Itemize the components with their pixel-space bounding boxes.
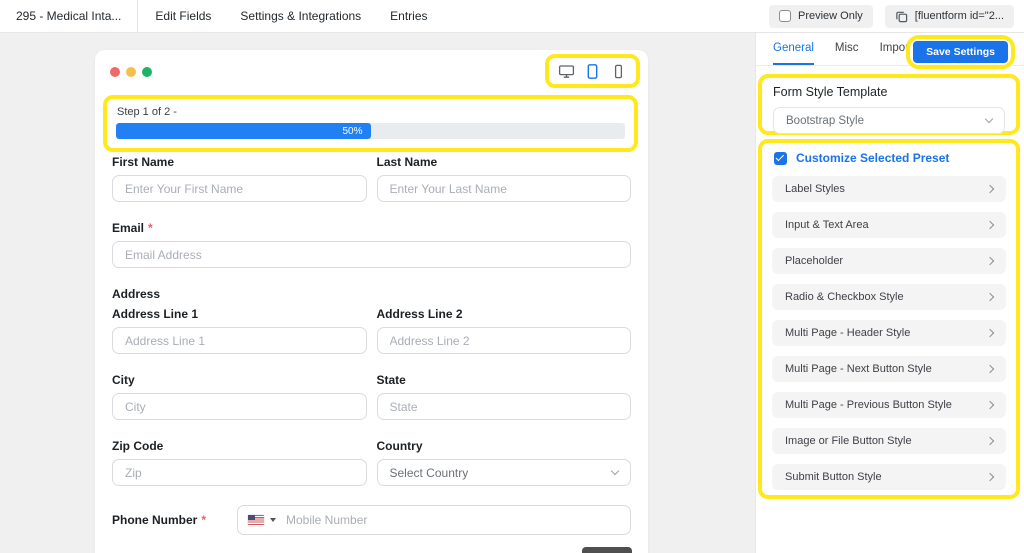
form-preview-area: Step 1 of 2 - 50% First Name Enter Your … [0,33,755,553]
next-button[interactable] [582,547,632,553]
preview-only-toggle[interactable]: Preview Only [769,4,873,28]
device-switcher-highlight [545,54,640,88]
required-asterisk: * [148,221,153,235]
last-name-label: Last Name [376,155,438,169]
accordion-multipage-header-style[interactable]: Multi Page - Header Style [772,320,1006,346]
email-label: Email * [112,221,153,235]
desktop-icon[interactable] [558,63,575,80]
last-name-input[interactable] [376,175,631,202]
accordion-multipage-next-button-style[interactable]: Multi Page - Next Button Style [772,356,1006,382]
progress-fill: 50% [116,123,371,139]
accordion-radio-checkbox-style[interactable]: Radio & Checkbox Style [772,284,1006,310]
address-line2-label: Address Line 2 [376,307,463,321]
first-name-label: First Name [112,155,175,169]
copy-icon [896,11,908,22]
zip-label: Zip Code [112,439,164,453]
preview-only-label: Preview Only [798,10,863,22]
city-label: City [112,373,135,387]
chevron-right-icon [985,472,995,482]
city-input[interactable] [112,393,367,420]
email-input[interactable] [112,241,631,268]
chevron-right-icon [985,364,995,374]
address-section-label: Address [112,287,161,301]
panel-tab-misc[interactable]: Misc [835,33,859,65]
chevron-right-icon [985,220,995,230]
mobile-icon[interactable] [610,63,627,80]
address-line2-input[interactable] [376,327,631,354]
window-close-dot-icon [110,67,120,77]
state-label: State [376,373,406,387]
window-expand-dot-icon [142,67,152,77]
accordion-submit-button-style[interactable]: Submit Button Style [772,464,1006,490]
required-asterisk: * [201,513,207,527]
window-minimize-dot-icon [126,67,136,77]
country-select[interactable]: Select Country [376,459,631,486]
save-settings-highlight: Save Settings [906,35,1015,69]
accordion-label-styles[interactable]: Label Styles [772,176,1006,202]
panel-tab-general[interactable]: General [773,33,814,65]
tab-entries[interactable]: Entries [390,9,427,23]
chevron-down-icon [610,466,620,476]
address-line1-label: Address Line 1 [112,307,199,321]
form-style-template-label: Form Style Template [773,85,888,99]
fluent-forms-settings-screen: 295 - Medical Inta... Edit Fields Settin… [0,0,1024,553]
chevron-right-icon [985,184,995,194]
phone-label: Phone Number * [112,513,207,527]
chevron-right-icon [985,292,995,302]
accordion-placeholder[interactable]: Placeholder [772,248,1006,274]
tablet-icon[interactable] [584,63,601,80]
top-bar: 295 - Medical Inta... Edit Fields Settin… [0,0,1024,33]
accordion-multipage-previous-button-style[interactable]: Multi Page - Previous Button Style [772,392,1006,418]
form-style-template-select[interactable]: Bootstrap Style [773,107,1005,134]
chevron-right-icon [985,328,995,338]
form-style-template-section: Form Style Template Bootstrap Style [758,74,1020,135]
step-progress-section: Step 1 of 2 - 50% [103,95,638,152]
tab-settings-integrations[interactable]: Settings & Integrations [240,9,361,23]
chevron-down-icon [984,114,994,124]
top-nav: Edit Fields Settings & Integrations Entr… [155,9,427,23]
form-title[interactable]: 295 - Medical Inta... [0,0,139,32]
progress-percent: 50% [342,125,363,137]
preview-only-checkbox[interactable] [779,10,791,22]
settings-panel: General Misc Import Save Settings Form S… [755,33,1024,553]
first-name-input[interactable] [112,175,367,202]
tab-edit-fields[interactable]: Edit Fields [155,9,211,23]
progress-track: 50% [116,123,625,139]
phone-input[interactable]: Mobile Number [237,505,631,535]
save-settings-button[interactable]: Save Settings [913,41,1008,63]
phone-placeholder: Mobile Number [286,513,368,527]
form-fields: First Name Last Name Email* [112,155,631,535]
preview-window: Step 1 of 2 - 50% First Name Enter Your … [95,50,648,553]
accordion-input-text-area[interactable]: Input & Text Area [772,212,1006,238]
chevron-right-icon [985,436,995,446]
state-input[interactable] [376,393,631,420]
step-label: Step 1 of 2 - [117,106,177,118]
address-line1-input[interactable] [112,327,367,354]
accordion-image-file-button-style[interactable]: Image or File Button Style [772,428,1006,454]
shortcode-label: [fluentform id="2... [914,10,1004,22]
window-controls [110,67,152,77]
flag-dropdown-caret-icon[interactable] [270,518,276,522]
chevron-right-icon [985,400,995,410]
chevron-right-icon [985,256,995,266]
shortcode-copy-button[interactable]: [fluentform id="2... [884,4,1014,28]
zip-input[interactable] [112,459,367,486]
customize-preset-checkbox[interactable] [774,151,787,165]
customize-preset-section: Customize Selected Preset Label Styles I… [758,139,1020,499]
customize-preset-toggle[interactable]: Customize Selected Preset [774,151,1006,165]
us-flag-icon[interactable] [248,514,264,526]
country-label: Country [376,439,423,453]
